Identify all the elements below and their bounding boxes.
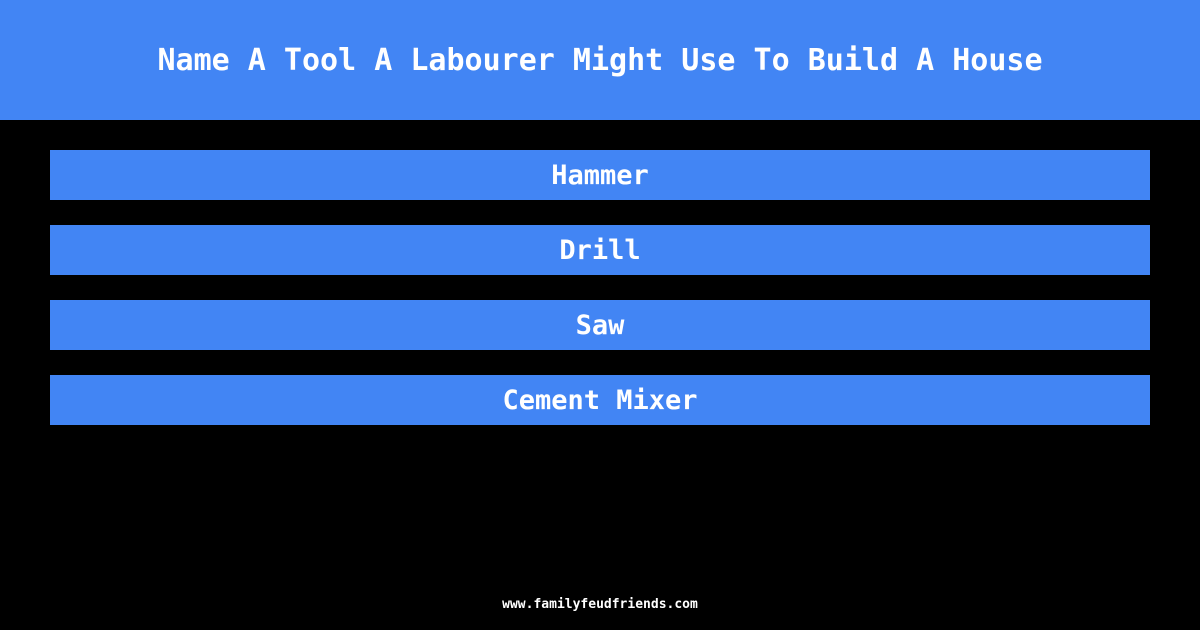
answer-label: Drill	[559, 234, 641, 266]
answer-row[interactable]: Drill	[50, 225, 1150, 275]
answer-label: Saw	[575, 309, 625, 341]
answer-list: Hammer Drill Saw Cement Mixer	[50, 150, 1150, 425]
question-card: Name A Tool A Labourer Might Use To Buil…	[0, 0, 1200, 630]
question-header: Name A Tool A Labourer Might Use To Buil…	[0, 0, 1200, 120]
answer-row[interactable]: Saw	[50, 300, 1150, 350]
footer: www.familyfeudfriends.com	[0, 598, 1200, 611]
answer-label: Hammer	[551, 159, 649, 191]
answer-row[interactable]: Hammer	[50, 150, 1150, 200]
site-url[interactable]: www.familyfeudfriends.com	[502, 598, 698, 611]
question-title: Name A Tool A Labourer Might Use To Buil…	[157, 42, 1043, 78]
answer-row[interactable]: Cement Mixer	[50, 375, 1150, 425]
answer-label: Cement Mixer	[502, 384, 698, 416]
